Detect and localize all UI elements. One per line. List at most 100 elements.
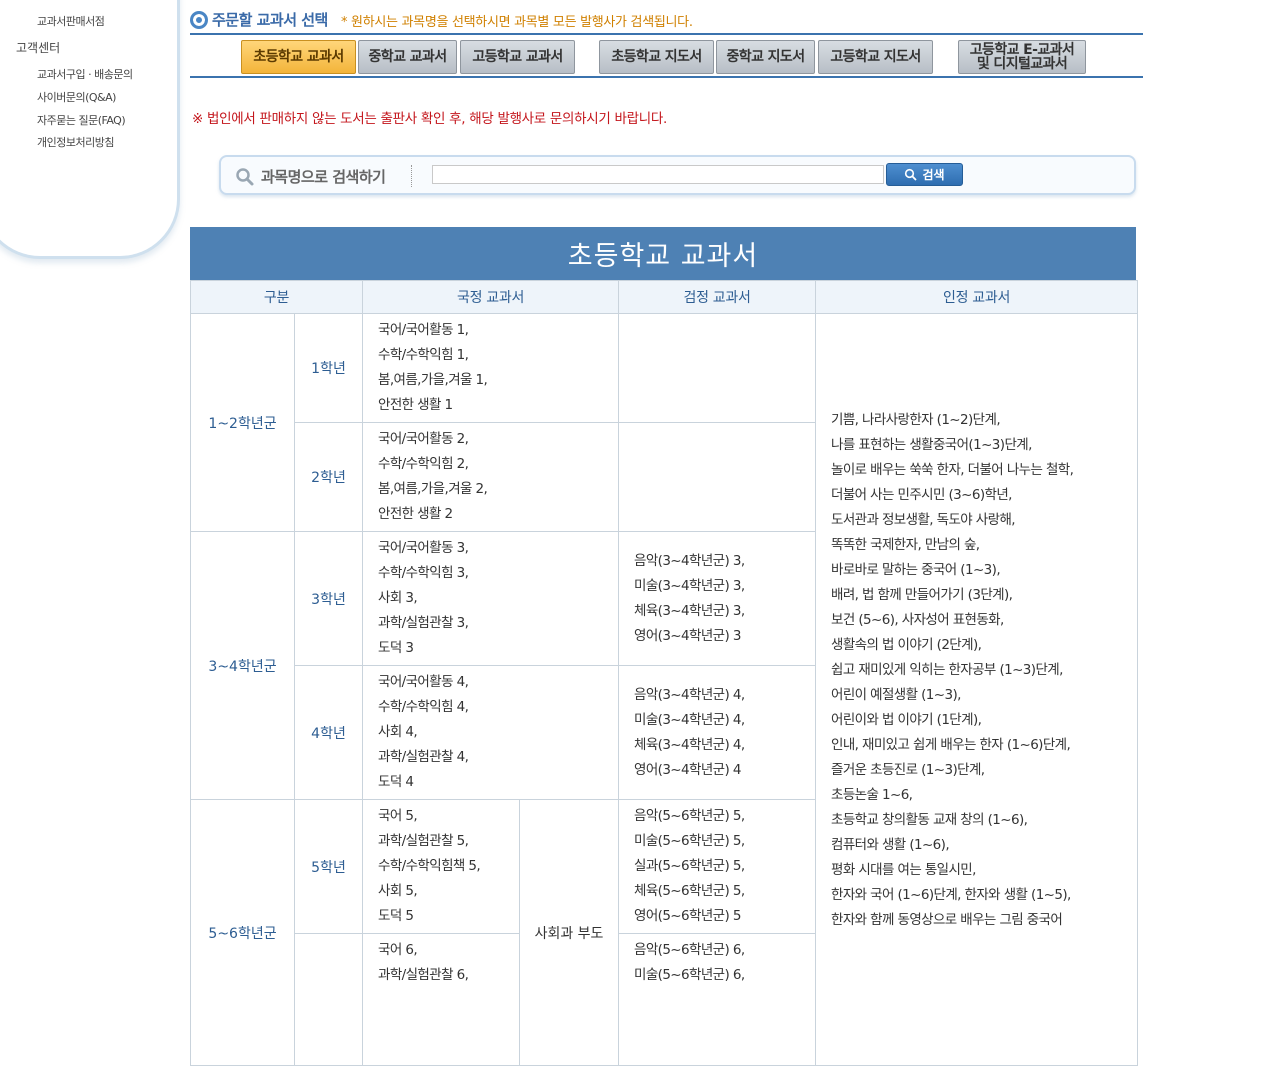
book-link[interactable]: 수학/수학익힘 2,: [378, 452, 603, 477]
book-link[interactable]: 컴퓨터와 생활 (1~6),: [831, 833, 1122, 858]
book-link[interactable]: 초등학교 창의활동 교재 창의 (1~6),: [831, 808, 1122, 833]
book-link[interactable]: 국어 5,: [378, 804, 504, 829]
book-link[interactable]: 음악(5~6학년군) 6,: [634, 938, 800, 963]
header-category: 구분: [189, 280, 364, 314]
book-link[interactable]: 국어/국어활동 4,: [378, 670, 603, 695]
authorized-grade-4: 음악(3~4학년군) 4, 미술(3~4학년군) 4, 체육(3~4학년군) 4…: [618, 665, 817, 800]
book-link[interactable]: 놀이로 배우는 쑥쑥 한자, 더불어 나누는 철학,: [831, 458, 1122, 483]
book-link[interactable]: 음악(3~4학년군) 4,: [634, 683, 800, 708]
book-link[interactable]: 수학/수학익힘 3,: [378, 561, 603, 586]
book-link[interactable]: 미술(3~4학년군) 3,: [634, 574, 800, 599]
book-link[interactable]: 영어(3~4학년군) 3: [634, 624, 800, 649]
book-link[interactable]: 봄,여름,가을,겨울 2,: [378, 477, 603, 502]
book-link[interactable]: 음악(5~6학년군) 5,: [634, 804, 800, 829]
selector-title-text: 주문할 교과서 선택: [212, 11, 328, 29]
book-link[interactable]: 과학/실험관찰 4,: [378, 745, 603, 770]
book-link[interactable]: 기쁨, 나라사랑한자 (1~2)단계,: [831, 408, 1122, 433]
sidebar-item-qna[interactable]: 사이버문의(Q&A): [37, 89, 116, 105]
book-link[interactable]: 음악(3~4학년군) 3,: [634, 549, 800, 574]
book-link[interactable]: 안전한 생활 2: [378, 502, 603, 527]
search-input[interactable]: [432, 165, 884, 184]
search-label-text: 과목명으로 검색하기: [261, 168, 386, 186]
book-link[interactable]: 영어(5~6학년군) 5: [634, 904, 800, 929]
book-link[interactable]: 한자와 함께 동영상으로 배우는 그림 중국어: [831, 908, 1122, 933]
grade-1: 1학년: [293, 313, 364, 423]
search-button[interactable]: 검색: [886, 163, 963, 186]
book-link[interactable]: 국어/국어활동 2,: [378, 427, 603, 452]
book-link[interactable]: 수학/수학익힘 4,: [378, 695, 603, 720]
tab-middle-textbook[interactable]: 중학교 교과서: [358, 40, 457, 74]
header-national: 국정 교과서: [362, 280, 620, 314]
grade-2: 2학년: [293, 422, 364, 532]
book-link[interactable]: 봄,여름,가을,겨울 1,: [378, 368, 603, 393]
warning-notice: ※ 법인에서 판매하지 않는 도서는 출판사 확인 후, 해당 발행사로 문의하…: [192, 111, 667, 127]
book-link[interactable]: 사회 5,: [378, 879, 504, 904]
book-link[interactable]: 쉽고 재미있게 익히는 한자공부 (1~3)단계,: [831, 658, 1122, 683]
book-link[interactable]: 생활속의 법 이야기 (2단계),: [831, 633, 1122, 658]
book-link[interactable]: 어린이 예절생활 (1~3),: [831, 683, 1122, 708]
book-link[interactable]: 보건 (5~6), 사자성어 표현동화,: [831, 608, 1122, 633]
book-link[interactable]: 사회 3,: [378, 586, 603, 611]
tab-high-guide[interactable]: 고등학교 지도서: [818, 40, 933, 74]
book-link[interactable]: 체육(3~4학년군) 3,: [634, 599, 800, 624]
group-5-6: 5~6학년군: [190, 799, 295, 1066]
social-atlas-link[interactable]: 사회과 부도: [519, 799, 620, 1066]
book-link[interactable]: 미술(5~6학년군) 5,: [634, 829, 800, 854]
book-link[interactable]: 국어/국어활동 1,: [378, 318, 603, 343]
sidebar-item-faq[interactable]: 자주묻는 질문(FAQ): [37, 112, 126, 128]
tabbar-bottom-rule: [190, 76, 1143, 78]
authorized-grade-1: [618, 313, 817, 423]
book-link[interactable]: 도덕 5: [378, 904, 504, 929]
book-link[interactable]: 배려, 법 함께 만들어가기 (3단계),: [831, 583, 1122, 608]
magnifier-icon: [905, 168, 918, 181]
national-grade-4: 국어/국어활동 4, 수학/수학익힘 4, 사회 4, 과학/실험관찰 4, 도…: [362, 665, 620, 800]
book-link[interactable]: 나를 표현하는 생활중국어(1~3)단계,: [831, 433, 1122, 458]
tab-high-textbook[interactable]: 고등학교 교과서: [460, 40, 575, 74]
book-link[interactable]: 실과(5~6학년군) 5,: [634, 854, 800, 879]
tab-high-e-textbook[interactable]: 고등학교 E-교과서 및 디지털교과서: [958, 40, 1086, 74]
book-link[interactable]: 수학/수학익힘 1,: [378, 343, 603, 368]
book-link[interactable]: 미술(5~6학년군) 6,: [634, 963, 800, 988]
book-link[interactable]: 도서관과 정보생활, 독도야 사랑해,: [831, 508, 1122, 533]
book-link[interactable]: 어린이와 법 이야기 (1단계),: [831, 708, 1122, 733]
selector-note: * 원하시는 과목명을 선택하시면 과목별 모든 발행사가 검색됩니다.: [341, 15, 693, 30]
book-link[interactable]: 사회 4,: [378, 720, 603, 745]
book-link[interactable]: 과학/실험관찰 3,: [378, 611, 603, 636]
book-link[interactable]: 안전한 생활 1: [378, 393, 603, 418]
book-link[interactable]: 더불어 사는 민주시민 (3~6)학년,: [831, 483, 1122, 508]
search-divider: [411, 165, 413, 187]
book-link[interactable]: 즐거운 초등진로 (1~3)단계,: [831, 758, 1122, 783]
approved-textbooks: 기쁨, 나라사랑한자 (1~2)단계, 나를 표현하는 생활중국어(1~3)단계…: [815, 313, 1139, 1066]
book-link[interactable]: 과학/실험관찰 6,: [378, 963, 504, 988]
book-link[interactable]: 체육(5~6학년군) 5,: [634, 879, 800, 904]
book-link[interactable]: 수학/수학익힘책 5,: [378, 854, 504, 879]
search-button-label: 검색: [922, 168, 945, 182]
sidebar-item-bookstores[interactable]: 교과서판매서점: [37, 13, 105, 29]
book-link[interactable]: 초등논술 1~6,: [831, 783, 1122, 808]
book-link[interactable]: 국어/국어활동 3,: [378, 536, 603, 561]
book-link[interactable]: 영어(3~4학년군) 4: [634, 758, 800, 783]
tab-elementary-guide[interactable]: 초등학교 지도서: [599, 40, 714, 74]
sidebar-item-privacy[interactable]: 개인정보처리방침: [37, 134, 114, 150]
book-link[interactable]: 한자와 국어 (1~6)단계, 한자와 생활 (1~5),: [831, 883, 1122, 908]
book-link[interactable]: 도덕 3: [378, 636, 603, 661]
book-link[interactable]: 체육(3~4학년군) 4,: [634, 733, 800, 758]
book-link[interactable]: 평화 시대를 여는 통일시민,: [831, 858, 1122, 883]
tab-middle-guide[interactable]: 중학교 지도서: [716, 40, 815, 74]
book-link[interactable]: 국어 6,: [378, 938, 504, 963]
sidebar-item-purchase-inquiry[interactable]: 교과서구입 · 배송문의: [37, 66, 133, 82]
book-link[interactable]: 과학/실험관찰 5,: [378, 829, 504, 854]
grade-5: 5학년: [293, 799, 364, 934]
authorized-grade-6: 음악(5~6학년군) 6, 미술(5~6학년군) 6,: [618, 933, 817, 1066]
book-link[interactable]: 인내, 재미있고 쉽게 배우는 한자 (1~6)단계,: [831, 733, 1122, 758]
sidebar-section-customer-center[interactable]: 고객센터: [16, 39, 60, 56]
authorized-grade-5: 음악(5~6학년군) 5, 미술(5~6학년군) 5, 실과(5~6학년군) 5…: [618, 799, 817, 934]
book-link[interactable]: 미술(3~4학년군) 4,: [634, 708, 800, 733]
book-link[interactable]: 도덕 4: [378, 770, 603, 795]
group-1-2: 1~2학년군: [190, 313, 295, 532]
book-link[interactable]: 똑똑한 국제한자, 만남의 숲,: [831, 533, 1122, 558]
tab-elementary-textbook[interactable]: 초등학교 교과서: [241, 40, 356, 74]
book-link[interactable]: 바로바로 말하는 중국어 (1~3),: [831, 558, 1122, 583]
tabbar-top-rule: [190, 33, 1143, 35]
grade-6: [293, 933, 364, 1066]
